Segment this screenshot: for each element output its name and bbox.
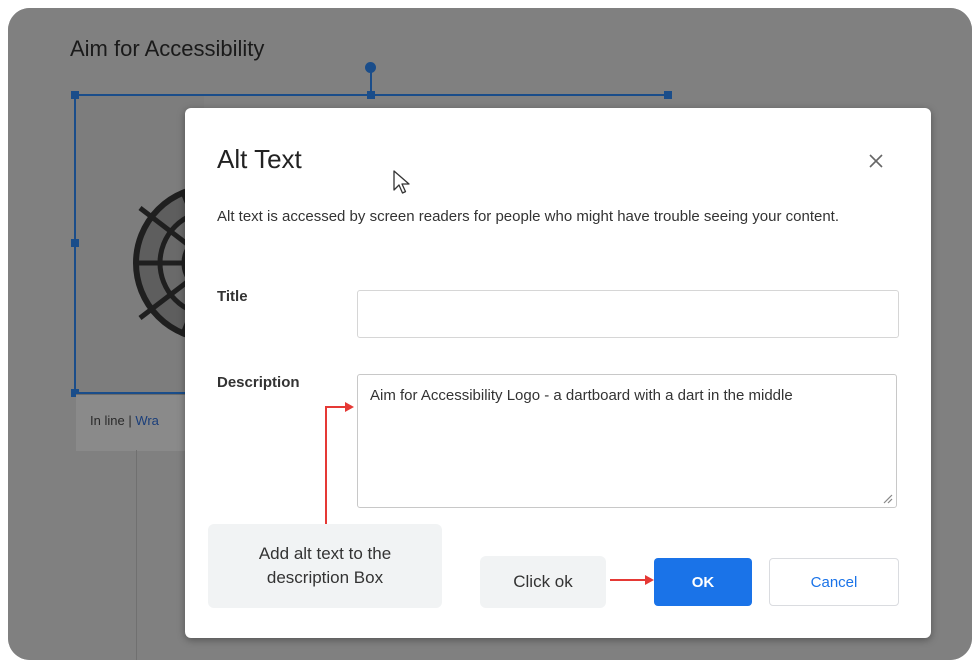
resize-handle-top-left[interactable] xyxy=(71,91,79,99)
annotation-arrow-to-description xyxy=(325,406,345,408)
page-margin-line xyxy=(136,450,137,660)
ok-hint-callout: Click ok xyxy=(480,556,606,608)
arrowhead-icon xyxy=(645,575,654,585)
description-label: Description xyxy=(217,374,300,391)
resize-grip-icon[interactable] xyxy=(881,492,893,504)
dialog-description: Alt text is accessed by screen readers f… xyxy=(217,208,840,225)
resize-handle-top-middle[interactable] xyxy=(367,91,375,99)
wrap-options: In line | Wra xyxy=(90,413,159,428)
title-input[interactable] xyxy=(357,290,899,338)
mouse-pointer-icon xyxy=(393,170,410,194)
document-heading: Aim for Accessibility xyxy=(70,36,265,61)
resize-handle-middle-left[interactable] xyxy=(71,239,79,247)
rotate-handle[interactable] xyxy=(365,62,376,73)
description-textarea[interactable]: Aim for Accessibility Logo - a dartboard… xyxy=(357,374,897,508)
ok-button[interactable]: OK xyxy=(654,558,752,606)
close-icon xyxy=(869,154,883,168)
resize-handle-top-right[interactable] xyxy=(664,91,672,99)
cancel-button[interactable]: Cancel xyxy=(769,558,899,606)
arrowhead-icon xyxy=(345,402,354,412)
annotation-arrow-to-ok xyxy=(610,579,646,581)
description-value: Aim for Accessibility Logo - a dartboard… xyxy=(370,387,793,404)
close-button[interactable] xyxy=(861,146,891,176)
wrap-text-option[interactable]: Wra xyxy=(135,413,159,428)
wrap-inline-option[interactable]: In line xyxy=(90,413,125,428)
ok-hint-text: Click ok xyxy=(513,572,573,591)
wrap-separator: | xyxy=(124,413,136,428)
dialog-title: Alt Text xyxy=(217,144,302,174)
description-hint-text: Add alt text to the description Box xyxy=(258,544,392,587)
annotation-arrow-vertical xyxy=(325,406,327,524)
description-hint-callout: Add alt text to the description Box xyxy=(208,524,442,608)
title-label: Title xyxy=(217,288,248,305)
